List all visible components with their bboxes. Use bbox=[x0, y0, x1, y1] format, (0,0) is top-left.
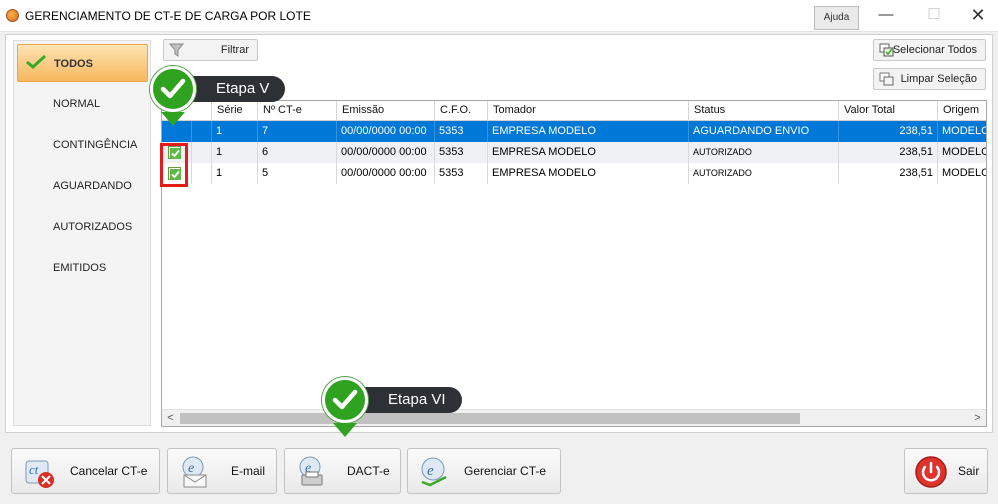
email-label: E-mail bbox=[231, 464, 266, 478]
cancel-cte-button[interactable]: ct Cancelar CT-e bbox=[11, 448, 160, 494]
funnel-icon bbox=[169, 43, 184, 57]
menu-item-aguardando[interactable]: AGUARDANDO bbox=[17, 167, 148, 205]
svg-text:ct: ct bbox=[29, 462, 39, 477]
cell-emissao: 00/00/0000 00:00 bbox=[337, 121, 435, 142]
cell-status: AGUARDANDO ENVIO bbox=[689, 121, 839, 142]
svg-text:e: e bbox=[188, 461, 194, 476]
filter-button-label: Filtrar bbox=[220, 44, 249, 56]
email-icon: e bbox=[182, 456, 207, 488]
app-icon bbox=[6, 9, 19, 22]
cell-valor: 238,51 bbox=[839, 142, 938, 163]
column-header-tomador[interactable]: Tomador bbox=[488, 101, 689, 121]
cell-tomador: EMPRESA MODELO bbox=[488, 142, 689, 163]
window-title: GERENCIAMENTO DE CT-E DE CARGA POR LOTE bbox=[25, 9, 311, 23]
cell-serie: 1 bbox=[212, 142, 258, 163]
scroll-left-icon[interactable]: < bbox=[162, 410, 179, 427]
cell-origem: MODELO bbox=[942, 167, 986, 179]
cell-origem: MODELO bbox=[942, 146, 986, 158]
cancel-cte-label: Cancelar CT-e bbox=[70, 464, 148, 478]
exit-label: Sair bbox=[958, 464, 980, 478]
cell-numero: 6 bbox=[258, 142, 337, 163]
help-button[interactable]: Ajuda bbox=[814, 6, 859, 30]
cell-cfo: 5353 bbox=[435, 121, 488, 142]
horizontal-scrollbar[interactable]: < > bbox=[162, 409, 986, 426]
menu-item-emitidos[interactable]: EMITIDOS bbox=[17, 249, 148, 287]
scroll-right-icon[interactable]: > bbox=[969, 410, 986, 427]
callout-pointer bbox=[333, 423, 357, 437]
power-icon bbox=[915, 456, 947, 488]
close-icon[interactable]: ✕ bbox=[958, 4, 998, 28]
column-header-valor[interactable]: Valor Total bbox=[839, 101, 938, 121]
clear-selection-icon bbox=[879, 72, 894, 86]
menu-item-label: AGUARDANDO bbox=[53, 180, 132, 192]
cell-status: AUTORIZADO bbox=[689, 163, 839, 184]
row-indicator bbox=[192, 163, 212, 184]
manage-cte-button[interactable]: e Gerenciar CT-e bbox=[407, 448, 561, 494]
menu-item-label: NORMAL bbox=[53, 98, 101, 110]
filter-button[interactable]: Filtrar bbox=[163, 39, 258, 61]
select-all-label: Selecionar Todos bbox=[892, 44, 977, 56]
cte-table: Série Nº CT-e Emissão C.F.O. Tomador Sta… bbox=[161, 100, 987, 427]
callout-pointer bbox=[161, 112, 185, 126]
scrollbar-thumb[interactable] bbox=[180, 413, 800, 424]
cell-cfo: 5353 bbox=[435, 142, 488, 163]
table-row[interactable]: 1 5 00/00/0000 00:00 5353 EMPRESA MODELO… bbox=[162, 163, 986, 184]
column-header-serie[interactable]: Série bbox=[212, 101, 258, 121]
manage-cte-icon: e bbox=[421, 457, 447, 487]
menu-item-label: AUTORIZADOS bbox=[53, 221, 133, 233]
menu-item-label: EMITIDOS bbox=[53, 262, 107, 274]
check-circle-icon bbox=[150, 66, 196, 112]
select-all-icon bbox=[879, 43, 894, 57]
table-row[interactable]: 1 7 00/00/0000 00:00 5353 EMPRESA MODELO… bbox=[162, 121, 986, 142]
table-row[interactable]: 1 6 00/00/0000 00:00 5353 EMPRESA MODELO… bbox=[162, 142, 986, 163]
column-header-emissao[interactable]: Emissão bbox=[337, 101, 435, 121]
maximize-icon[interactable]: ☐ bbox=[914, 4, 954, 28]
cell-emissao: 00/00/0000 00:00 bbox=[337, 163, 435, 184]
dacte-label: DACT-e bbox=[347, 464, 390, 478]
cell-serie: 1 bbox=[212, 121, 258, 142]
action-bar: ct Cancelar CT-e e E-mail e DACT-e e Ger… bbox=[0, 440, 998, 504]
cell-numero: 7 bbox=[258, 121, 337, 142]
check-circle-icon bbox=[322, 377, 368, 423]
cell-origem: MODELO bbox=[942, 125, 986, 137]
checkbox-highlight bbox=[160, 143, 188, 187]
exit-button[interactable]: Sair bbox=[904, 448, 988, 494]
cell-emissao: 00/00/0000 00:00 bbox=[337, 142, 435, 163]
clear-selection-label: Limpar Seleção bbox=[900, 73, 977, 85]
cell-tomador: EMPRESA MODELO bbox=[488, 163, 689, 184]
filter-menu: TODOS NORMAL CONTINGÊNCIA AGUARDANDO AUT… bbox=[13, 40, 151, 426]
column-header-status[interactable]: Status bbox=[689, 101, 839, 121]
check-icon bbox=[26, 55, 46, 69]
cell-status: AUTORIZADO bbox=[689, 142, 839, 163]
svg-text:e: e bbox=[427, 463, 434, 479]
dacte-button[interactable]: e DACT-e bbox=[284, 448, 401, 494]
row-indicator bbox=[192, 142, 212, 163]
cell-valor: 238,51 bbox=[839, 121, 938, 142]
menu-item-todos[interactable]: TODOS bbox=[17, 44, 148, 82]
printer-icon: e bbox=[299, 456, 323, 486]
title-bar: GERENCIAMENTO DE CT-E DE CARGA POR LOTE … bbox=[0, 0, 998, 32]
cell-serie: 1 bbox=[212, 163, 258, 184]
menu-item-label: TODOS bbox=[54, 58, 93, 70]
manage-cte-label: Gerenciar CT-e bbox=[464, 464, 547, 478]
email-button[interactable]: e E-mail bbox=[167, 448, 277, 494]
menu-item-label: CONTINGÊNCIA bbox=[53, 139, 138, 151]
cell-tomador: EMPRESA MODELO bbox=[488, 121, 689, 142]
menu-item-autorizados[interactable]: AUTORIZADOS bbox=[17, 208, 148, 246]
column-header-numero[interactable]: Nº CT-e bbox=[258, 101, 337, 121]
menu-item-normal[interactable]: NORMAL bbox=[17, 85, 148, 123]
cell-numero: 5 bbox=[258, 163, 337, 184]
column-header-origem[interactable]: Origem bbox=[938, 101, 986, 121]
minimize-icon[interactable]: — bbox=[866, 4, 906, 28]
cell-valor: 238,51 bbox=[839, 163, 938, 184]
clear-selection-button[interactable]: Limpar Seleção bbox=[873, 68, 986, 90]
row-indicator bbox=[192, 121, 212, 142]
menu-item-contingencia[interactable]: CONTINGÊNCIA bbox=[17, 126, 148, 164]
cell-cfo: 5353 bbox=[435, 163, 488, 184]
cancel-cte-icon: ct bbox=[25, 460, 54, 488]
select-all-button[interactable]: Selecionar Todos bbox=[873, 39, 986, 61]
column-header-cfo[interactable]: C.F.O. bbox=[435, 101, 488, 121]
